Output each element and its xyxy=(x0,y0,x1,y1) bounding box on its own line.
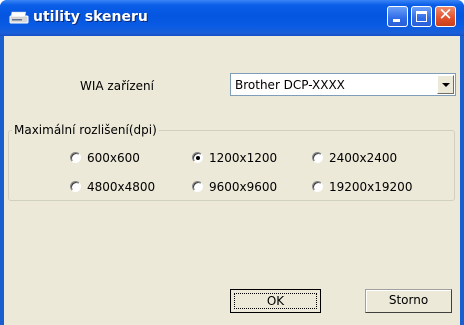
radio-selected-dot xyxy=(196,156,200,160)
dialog-body: WIA zařízení Brother DCP-XXXX Maximální … xyxy=(4,36,460,325)
radio-circle[interactable] xyxy=(192,152,203,163)
radio-label: 1200x1200 xyxy=(209,151,278,165)
radio-label: 600x600 xyxy=(87,151,140,165)
radio-circle[interactable] xyxy=(312,181,323,192)
radio-circle[interactable] xyxy=(70,152,81,163)
maximize-icon xyxy=(416,11,427,22)
radio-circle[interactable] xyxy=(70,181,81,192)
chevron-down-icon xyxy=(442,83,450,87)
cancel-button[interactable]: Storno xyxy=(365,289,452,313)
radio-label: 19200x19200 xyxy=(329,180,413,194)
resolution-legend: Maximální rozlišení(dpi) xyxy=(12,123,159,137)
radio-circle[interactable] xyxy=(192,181,203,192)
close-button[interactable]: ✕ xyxy=(435,6,456,27)
radio-circle[interactable] xyxy=(312,152,323,163)
maximize-button[interactable] xyxy=(411,6,432,27)
minimize-icon xyxy=(393,19,400,22)
minimize-button[interactable] xyxy=(387,6,408,27)
title-bar[interactable]: utility skeneru ✕ xyxy=(0,0,464,36)
close-icon: ✕ xyxy=(438,5,453,25)
wia-device-label: WIA zařízení xyxy=(80,79,154,93)
radio-label: 4800x4800 xyxy=(87,180,156,194)
wia-device-value: Brother DCP-XXXX xyxy=(235,78,345,92)
scanner-icon xyxy=(9,11,29,24)
radio-label: 2400x2400 xyxy=(329,151,398,165)
ok-button-label: OK xyxy=(266,294,285,308)
dialog-window: utility skeneru ✕ WIA zařízení Brother D… xyxy=(0,0,464,325)
window-title: utility skeneru xyxy=(33,9,148,25)
ok-button[interactable]: OK xyxy=(230,289,321,313)
radio-label: 9600x9600 xyxy=(209,180,278,194)
dropdown-button[interactable] xyxy=(437,75,454,94)
wia-device-select[interactable]: Brother DCP-XXXX xyxy=(230,73,456,96)
